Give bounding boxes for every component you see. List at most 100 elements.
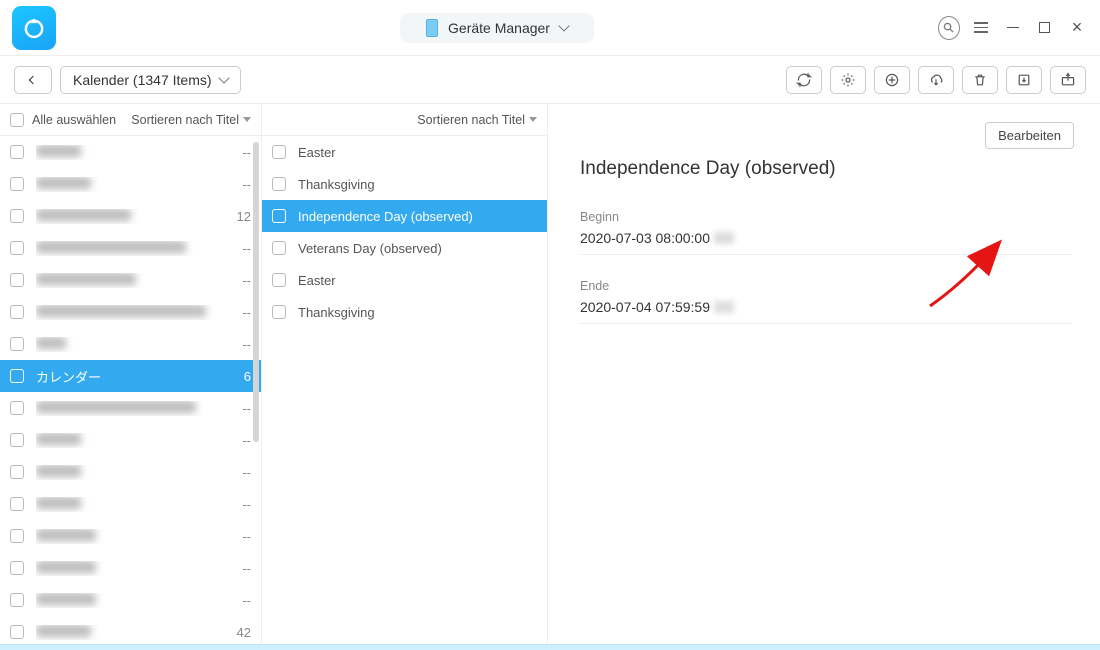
menu-button[interactable] bbox=[970, 17, 992, 39]
row-checkbox[interactable] bbox=[272, 145, 286, 159]
calendar-name bbox=[36, 561, 236, 576]
col1-sort-button[interactable]: Sortieren nach Titel bbox=[131, 113, 251, 127]
calendar-name bbox=[36, 337, 236, 352]
toolbar: Kalender (1347 Items) bbox=[0, 56, 1100, 104]
breadcrumb-dropdown[interactable]: Kalender (1347 Items) bbox=[60, 66, 241, 94]
event-row[interactable]: Independence Day (observed) bbox=[262, 200, 547, 232]
col2-header: Sortieren nach Titel bbox=[262, 104, 547, 136]
edit-button[interactable]: Bearbeiten bbox=[985, 122, 1074, 149]
calendar-count: -- bbox=[236, 433, 251, 448]
row-checkbox[interactable] bbox=[10, 593, 24, 607]
close-button[interactable]: × bbox=[1066, 17, 1088, 39]
bottom-bar bbox=[0, 644, 1100, 650]
cloud-download-icon bbox=[928, 72, 944, 88]
calendar-count: -- bbox=[236, 529, 251, 544]
calendar-row[interactable]: -- bbox=[0, 552, 261, 584]
row-checkbox[interactable] bbox=[10, 401, 24, 415]
row-checkbox[interactable] bbox=[10, 177, 24, 191]
select-all-checkbox[interactable] bbox=[10, 113, 24, 127]
calendar-row[interactable]: -- bbox=[0, 136, 261, 168]
row-checkbox[interactable] bbox=[272, 305, 286, 319]
calendar-row[interactable]: -- bbox=[0, 232, 261, 264]
search-icon bbox=[938, 16, 960, 40]
row-checkbox[interactable] bbox=[10, 145, 24, 159]
export-button[interactable] bbox=[1050, 66, 1086, 94]
calendar-name bbox=[36, 305, 236, 320]
maximize-button[interactable] bbox=[1034, 17, 1056, 39]
calendar-name bbox=[36, 401, 236, 416]
delete-button[interactable] bbox=[962, 66, 998, 94]
row-checkbox[interactable] bbox=[10, 433, 24, 447]
back-button[interactable] bbox=[14, 66, 52, 94]
row-checkbox[interactable] bbox=[272, 209, 286, 223]
row-checkbox[interactable] bbox=[10, 369, 24, 383]
row-checkbox[interactable] bbox=[10, 497, 24, 511]
calendar-count: -- bbox=[236, 337, 251, 352]
row-checkbox[interactable] bbox=[10, 561, 24, 575]
calendar-row[interactable]: -- bbox=[0, 488, 261, 520]
calendar-name bbox=[36, 273, 236, 288]
calendar-row[interactable]: -- bbox=[0, 584, 261, 616]
calendar-count: -- bbox=[236, 241, 251, 256]
row-checkbox[interactable] bbox=[10, 241, 24, 255]
calendar-name bbox=[36, 241, 236, 256]
begin-field: Beginn 2020-07-03 08:00:00 bbox=[580, 210, 1072, 255]
row-checkbox[interactable] bbox=[272, 241, 286, 255]
plus-circle-icon bbox=[884, 72, 900, 88]
calendar-row[interactable]: -- bbox=[0, 296, 261, 328]
settings-button[interactable] bbox=[830, 66, 866, 94]
scrollbar[interactable] bbox=[253, 142, 259, 442]
chevron-down-icon bbox=[558, 20, 569, 31]
row-checkbox[interactable] bbox=[10, 529, 24, 543]
refresh-icon bbox=[796, 72, 812, 88]
row-checkbox[interactable] bbox=[10, 209, 24, 223]
row-checkbox[interactable] bbox=[272, 273, 286, 287]
download-cloud-button[interactable] bbox=[918, 66, 954, 94]
row-checkbox[interactable] bbox=[10, 625, 24, 639]
row-checkbox[interactable] bbox=[10, 273, 24, 287]
device-selector[interactable]: Geräte Manager bbox=[400, 13, 594, 43]
import-button[interactable] bbox=[1006, 66, 1042, 94]
calendar-row[interactable]: -- bbox=[0, 456, 261, 488]
row-checkbox[interactable] bbox=[10, 465, 24, 479]
calendar-name bbox=[36, 465, 236, 480]
row-checkbox[interactable] bbox=[10, 337, 24, 351]
row-checkbox[interactable] bbox=[272, 177, 286, 191]
import-icon bbox=[1016, 72, 1032, 88]
event-name: Thanksgiving bbox=[298, 305, 537, 320]
phone-icon bbox=[426, 19, 438, 37]
app-logo bbox=[12, 6, 56, 50]
breadcrumb-label: Kalender (1347 Items) bbox=[73, 72, 212, 88]
calendar-row[interactable]: -- bbox=[0, 264, 261, 296]
calendar-row[interactable]: -- bbox=[0, 168, 261, 200]
chevron-down-icon bbox=[218, 72, 229, 83]
calendar-row[interactable]: -- bbox=[0, 520, 261, 552]
calendar-count: -- bbox=[236, 593, 251, 608]
calendar-row[interactable]: -- bbox=[0, 424, 261, 456]
select-all-label: Alle auswählen bbox=[32, 113, 131, 127]
triangle-down-icon bbox=[243, 117, 251, 122]
event-row[interactable]: Easter bbox=[262, 264, 547, 296]
event-list-column: Sortieren nach Titel EasterThanksgivingI… bbox=[262, 104, 548, 644]
minimize-button[interactable] bbox=[1002, 17, 1024, 39]
event-row[interactable]: Thanksgiving bbox=[262, 296, 547, 328]
export-icon bbox=[1060, 72, 1076, 88]
calendar-row[interactable]: -- bbox=[0, 392, 261, 424]
refresh-button[interactable] bbox=[786, 66, 822, 94]
row-checkbox[interactable] bbox=[10, 305, 24, 319]
event-name: Easter bbox=[298, 273, 537, 288]
calendar-row[interactable]: カレンダー6 bbox=[0, 360, 261, 392]
calendar-row[interactable]: 12 bbox=[0, 200, 261, 232]
end-value: 2020-07-04 07:59:59 bbox=[580, 299, 1072, 315]
minimize-icon bbox=[1007, 27, 1019, 29]
end-field: Ende 2020-07-04 07:59:59 bbox=[580, 279, 1072, 324]
content-area: Alle auswählen Sortieren nach Titel ----… bbox=[0, 104, 1100, 644]
col2-sort-button[interactable]: Sortieren nach Titel bbox=[417, 113, 537, 127]
event-row[interactable]: Easter bbox=[262, 136, 547, 168]
calendar-row[interactable]: -- bbox=[0, 328, 261, 360]
search-button[interactable] bbox=[938, 17, 960, 39]
event-row[interactable]: Thanksgiving bbox=[262, 168, 547, 200]
calendar-row[interactable]: 42 bbox=[0, 616, 261, 644]
event-row[interactable]: Veterans Day (observed) bbox=[262, 232, 547, 264]
add-button[interactable] bbox=[874, 66, 910, 94]
